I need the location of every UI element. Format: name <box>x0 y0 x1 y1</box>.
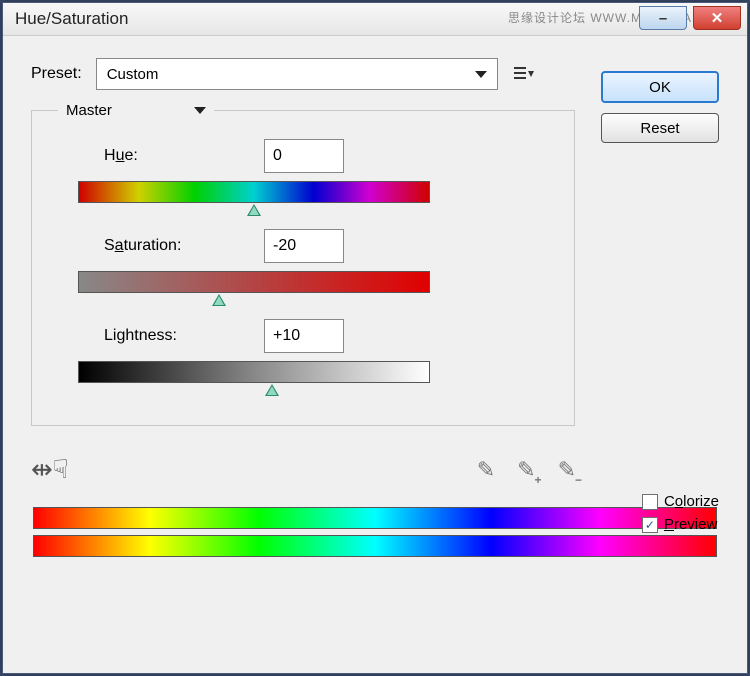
minimize-button[interactable]: – <box>639 6 687 30</box>
saturation-block: Saturation: <box>68 229 538 293</box>
saturation-label: Saturation: <box>104 237 264 255</box>
eyedropper-add-icon[interactable]: ✎+ <box>517 457 535 483</box>
hue-block: Hue: <box>68 139 538 203</box>
hue-thumb[interactable] <box>247 204 261 216</box>
ok-button[interactable]: OK <box>601 71 719 103</box>
hue-slider[interactable] <box>78 181 430 203</box>
preset-value: Custom <box>107 66 159 83</box>
saturation-input[interactable] <box>264 229 344 263</box>
close-button[interactable]: ✕ <box>693 6 741 30</box>
spectrum-bar-bottom[interactable] <box>33 535 717 557</box>
scrubby-hand-icon[interactable]: ⇹☟ <box>31 454 69 485</box>
side-buttons: OK Reset <box>601 71 719 143</box>
preset-dropdown[interactable]: Custom <box>96 58 498 90</box>
preset-options-icon[interactable] <box>512 65 534 83</box>
hue-label: Hue: <box>104 147 264 165</box>
chevron-down-icon <box>475 71 487 78</box>
channel-dropdown[interactable]: Master <box>58 96 214 124</box>
close-icon: ✕ <box>711 9 724 27</box>
hue-saturation-dialog: 思缘设计论坛 WWW.MISSYUAN.COM Hue/Saturation –… <box>2 2 748 674</box>
preset-label: Preset: <box>31 65 82 83</box>
hue-input[interactable] <box>264 139 344 173</box>
preview-checkbox[interactable]: ✓ Preview <box>642 516 719 533</box>
lightness-block: Lightness: <box>68 319 538 383</box>
eyedropper-subtract-icon[interactable]: ✎− <box>558 457 576 483</box>
lightness-label: Lightness: <box>104 327 264 345</box>
window-title: Hue/Saturation <box>15 9 128 29</box>
colorize-checkbox[interactable]: Colorize <box>642 493 719 510</box>
lightness-thumb[interactable] <box>265 384 279 396</box>
adjust-fieldset: Master Hue: Saturation: <box>31 110 575 426</box>
chevron-down-icon <box>194 107 206 114</box>
channel-value: Master <box>66 102 112 119</box>
saturation-thumb[interactable] <box>212 294 226 306</box>
window-controls: – ✕ <box>639 7 747 31</box>
colorize-label: Colorize <box>664 493 719 510</box>
lightness-slider[interactable] <box>78 361 430 383</box>
checkbox-icon: ✓ <box>642 517 658 533</box>
tools-row: ⇹☟ ✎ ✎+ ✎− <box>31 454 576 485</box>
saturation-slider[interactable] <box>78 271 430 293</box>
checkbox-group: Colorize ✓ Preview <box>642 493 719 539</box>
lightness-input[interactable] <box>264 319 344 353</box>
preview-label: Preview <box>664 516 717 533</box>
checkbox-icon <box>642 494 658 510</box>
eyedropper-group: ✎ ✎+ ✎− <box>477 457 576 483</box>
eyedropper-icon[interactable]: ✎ <box>477 457 495 483</box>
minimize-icon: – <box>659 10 667 27</box>
reset-button[interactable]: Reset <box>601 113 719 143</box>
spectrum-bar-top[interactable] <box>33 507 717 529</box>
